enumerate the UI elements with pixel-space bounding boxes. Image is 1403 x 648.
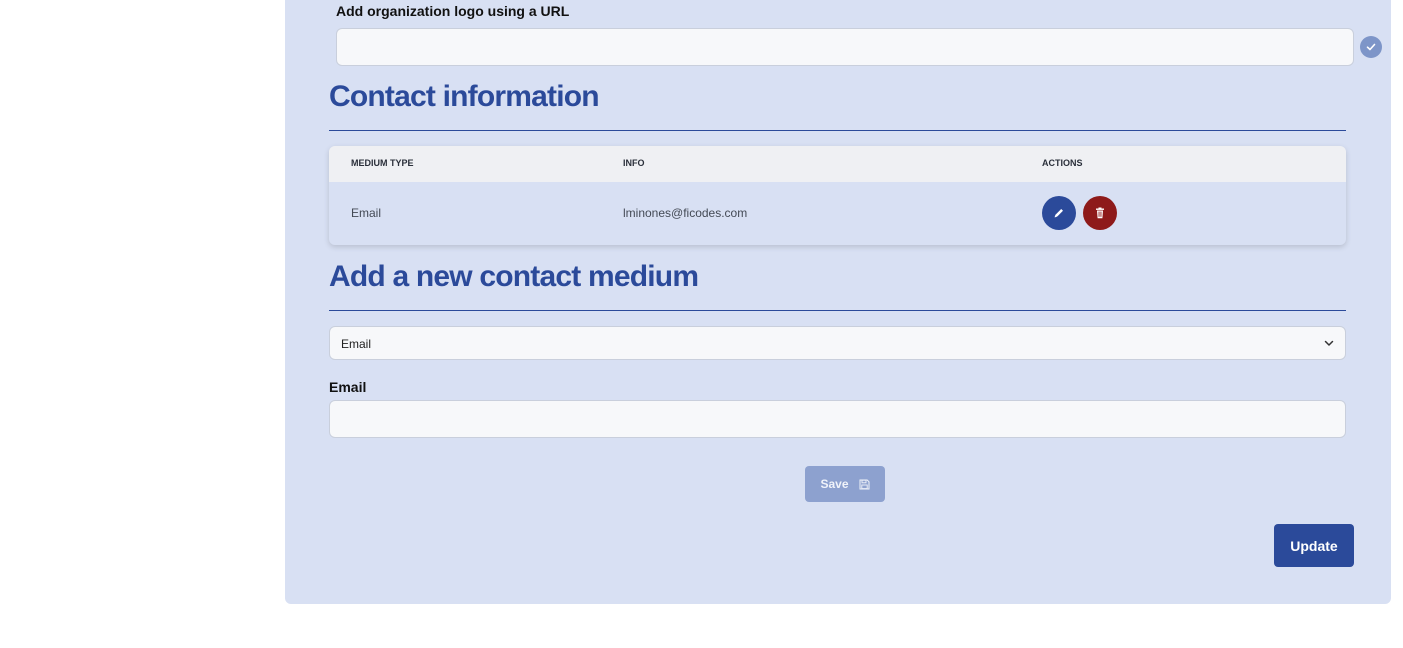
column-header-actions: ACTIONS: [1042, 158, 1083, 168]
email-label: Email: [329, 379, 367, 395]
save-contact-button[interactable]: Save: [805, 466, 885, 502]
column-header-medium-type: MEDIUM TYPE: [351, 158, 414, 168]
medium-type-select[interactable]: Email: [329, 326, 1346, 360]
table-header: MEDIUM TYPE INFO ACTIONS: [329, 146, 1346, 182]
logo-url-input[interactable]: [336, 28, 1354, 66]
medium-type-selected-value: Email: [341, 337, 372, 351]
column-header-info: INFO: [623, 158, 645, 168]
add-contact-medium-title: Add a new contact medium: [329, 260, 699, 293]
delete-contact-button[interactable]: [1083, 196, 1117, 230]
check-icon: [1366, 43, 1376, 51]
save-button-label: Save: [820, 477, 849, 491]
floppy-disk-icon: [859, 479, 870, 489]
email-input[interactable]: [329, 400, 1346, 438]
contact-table: MEDIUM TYPE INFO ACTIONS Email lminones@…: [329, 146, 1346, 245]
confirm-logo-button[interactable]: [1360, 36, 1382, 58]
section-divider: [329, 130, 1346, 131]
contact-information-title: Contact information: [329, 80, 600, 113]
chevron-down-icon: [1324, 340, 1334, 346]
update-button[interactable]: Update: [1274, 524, 1354, 567]
trash-icon: [1096, 207, 1104, 219]
edit-icon: [1054, 209, 1063, 218]
cell-medium-type: Email: [351, 206, 382, 220]
cell-info: lminones@ficodes.com: [623, 206, 748, 220]
section-divider: [329, 310, 1346, 311]
logo-url-label: Add organization logo using a URL: [336, 3, 570, 19]
edit-contact-button[interactable]: [1042, 196, 1076, 230]
